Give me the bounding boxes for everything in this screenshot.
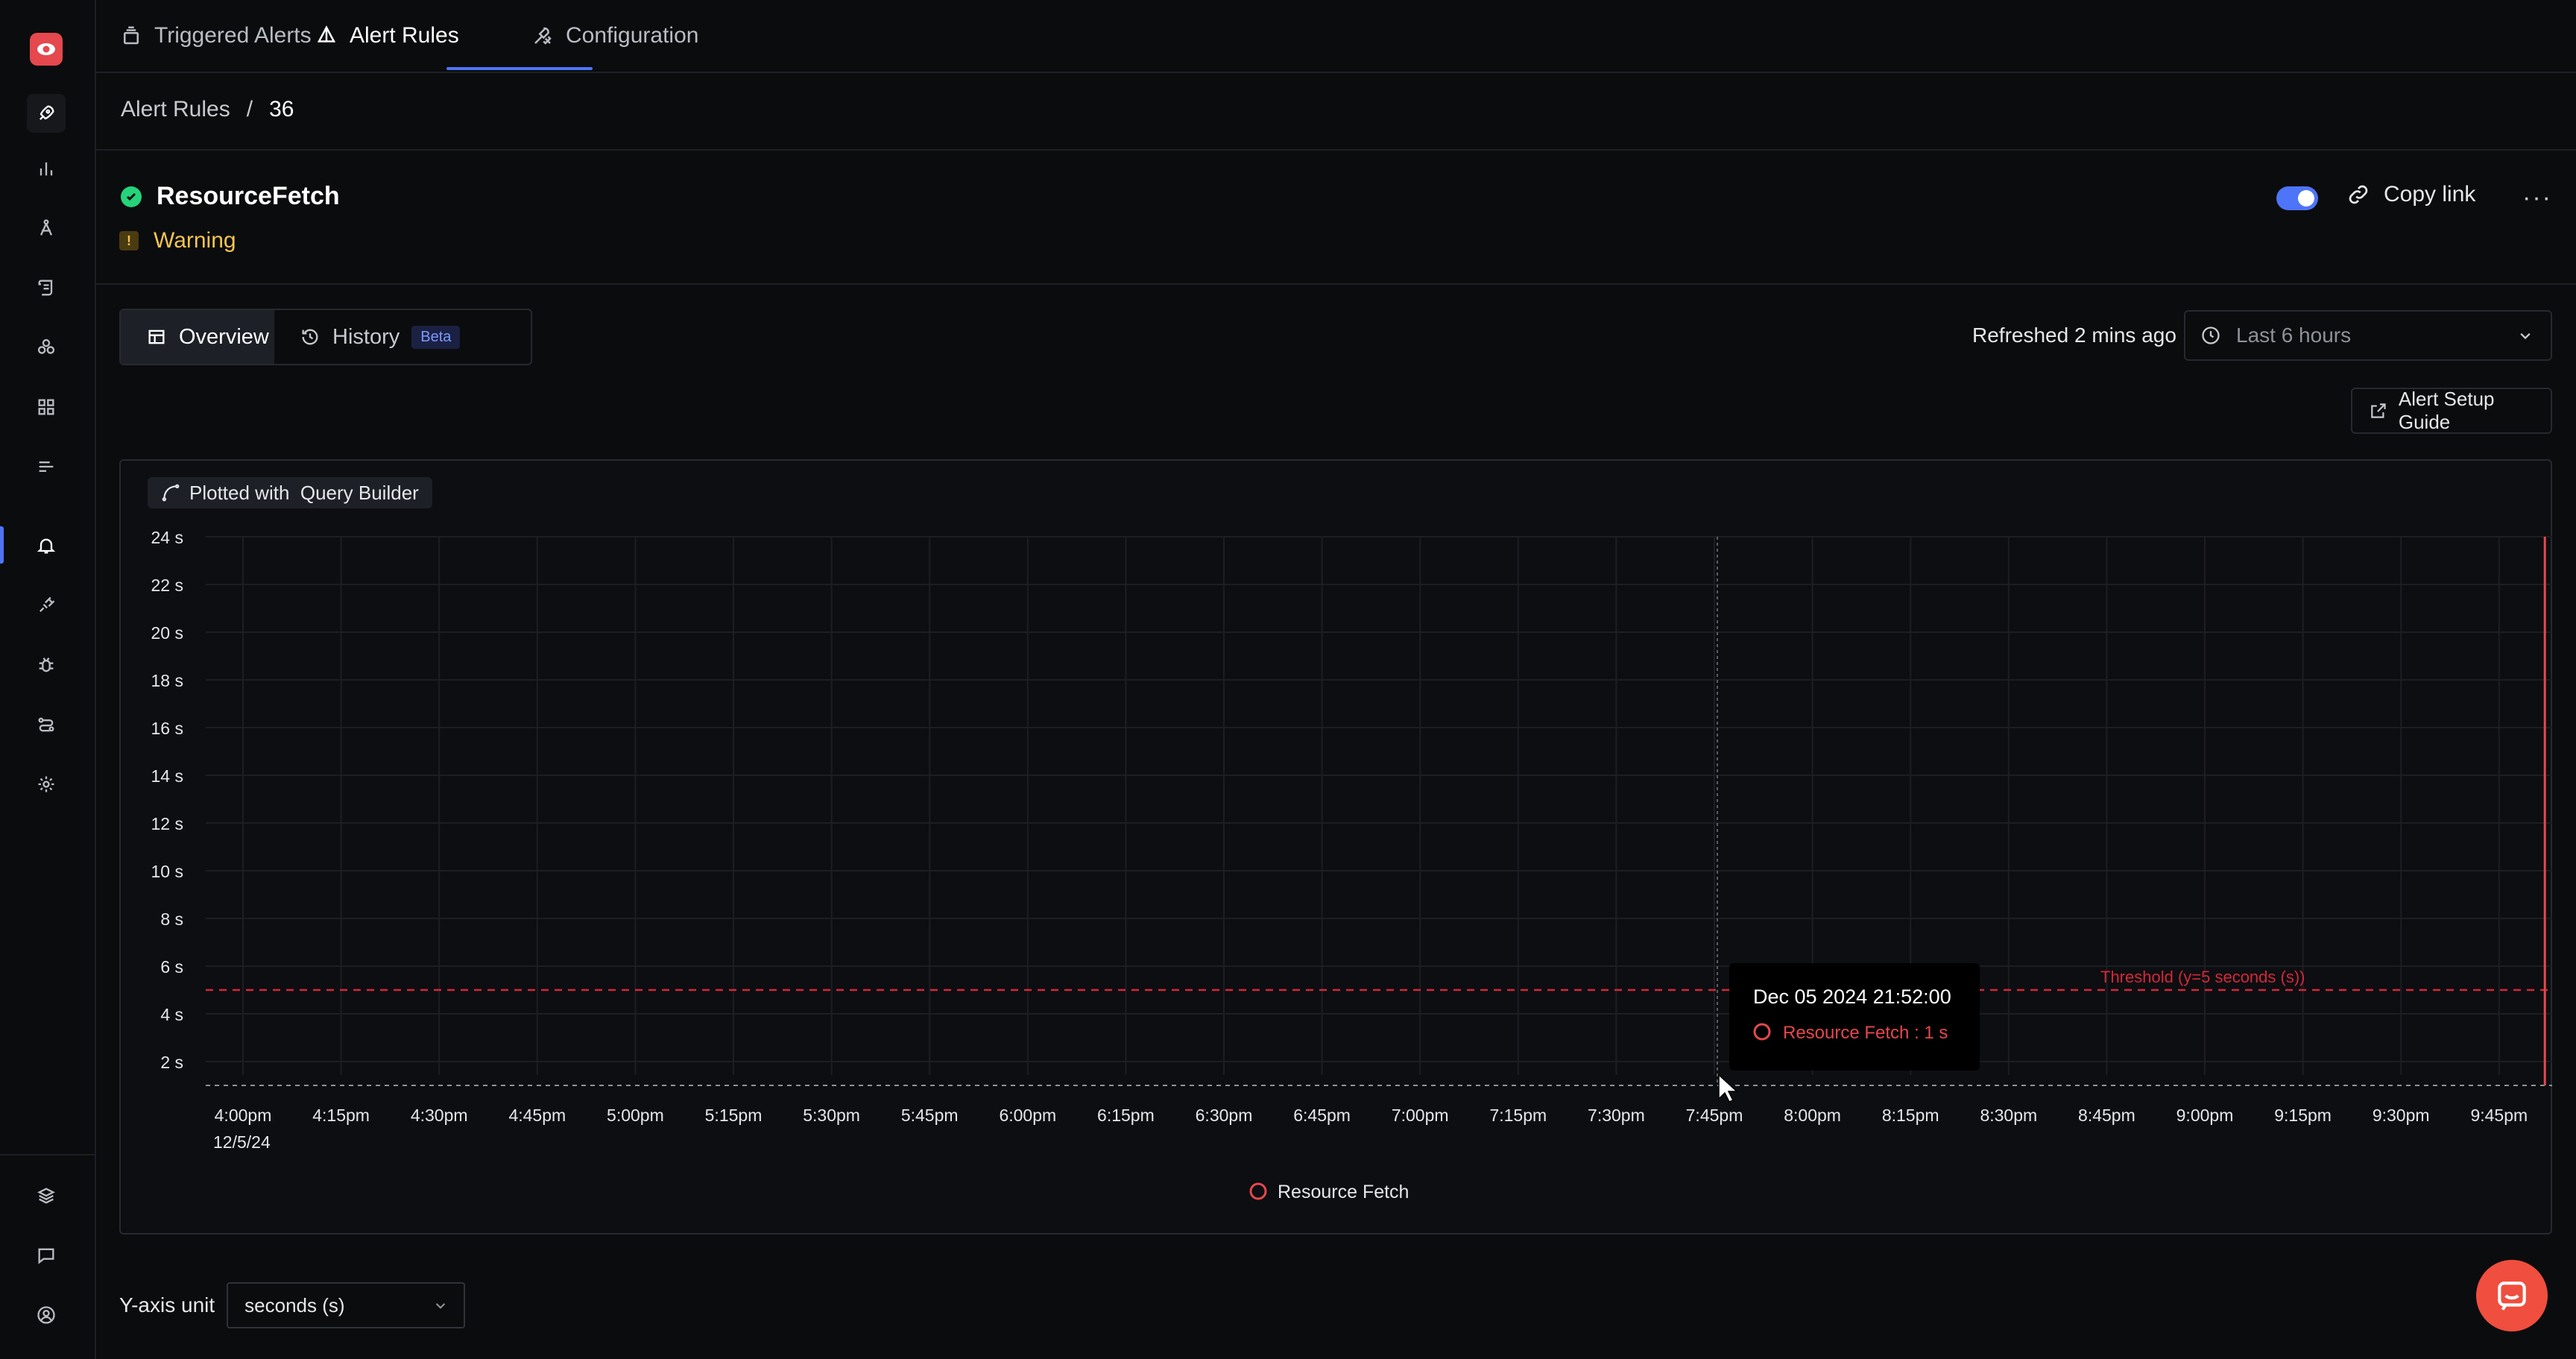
x-tick-label: 5:15pm [705,1106,763,1125]
legend-marker [1249,1182,1267,1200]
y-tick-label: 12 s [151,814,183,833]
x-tick-label: 7:00pm [1392,1106,1449,1125]
y-tick-label: 4 s [160,1005,183,1024]
x-tick-label: 8:45pm [2078,1106,2135,1125]
x-date-label: 12/5/24 [213,1132,271,1152]
x-tick-label: 6:45pm [1293,1106,1351,1125]
legend-label: Resource Fetch [1278,1182,1409,1202]
x-tick-label: 4:45pm [508,1106,566,1125]
x-tick-label: 6:30pm [1196,1106,1253,1125]
y-tick-label: 14 s [151,766,183,786]
alert-chart: 24 s 22 s 20 s 18 s 16 s 14 s 12 s 10 s 8 s 6 s 4 … [151,528,2552,1202]
tooltip-box [1729,963,1980,1071]
x-tick-label: 5:00pm [607,1106,664,1125]
y-tick-label: 8 s [160,909,183,929]
mouse-cursor-icon [1718,1073,1738,1103]
x-tick-label: 4:15pm [312,1106,370,1125]
chevron-down-icon [435,1303,446,1309]
y-tick-label: 20 s [151,623,183,643]
x-tick-label: 9:45pm [2470,1106,2528,1125]
x-tick-label: 7:30pm [1588,1106,1645,1125]
y-axis-unit-value: seconds (s) [244,1293,345,1317]
y-tick-label: 10 s [151,862,183,881]
x-tick-label: 7:45pm [1686,1106,1743,1125]
x-tick-label: 9:15pm [2274,1106,2332,1125]
x-tick-label: 4:00pm [215,1106,272,1125]
y-tick-label: 24 s [151,528,183,547]
x-tick-label: 6:00pm [999,1106,1056,1125]
x-tick-label: 8:15pm [1882,1106,1939,1125]
y-tick-label: 6 s [160,957,183,977]
chat-support-button[interactable] [2476,1260,2548,1331]
y-tick-label: 16 s [151,719,183,738]
x-tick-label: 8:30pm [1980,1106,2037,1125]
tooltip-time: Dec 05 2024 21:52:00 [1753,986,1951,1008]
tooltip-value: Resource Fetch : 1 s [1783,1023,1948,1043]
y-tick-label: 2 s [160,1053,183,1072]
x-tick-label: 4:30pm [411,1106,468,1125]
y-axis-unit-label: Y-axis unit [119,1293,215,1317]
chat-icon [2498,1281,2526,1311]
y-tick-label: 22 s [151,576,183,595]
x-tick-label: 5:30pm [803,1106,860,1125]
y-axis-unit-row: Y-axis unit seconds (s) [119,1282,466,1328]
x-tick-label: 5:45pm [901,1106,959,1125]
x-tick-label: 6:15pm [1097,1106,1155,1125]
x-tick-label: 8:00pm [1784,1106,1841,1125]
y-axis-unit-select[interactable]: seconds (s) [227,1282,466,1328]
y-tick-label: 18 s [151,671,183,690]
x-tick-label: 9:00pm [2176,1106,2234,1125]
x-tick-label: 9:30pm [2373,1106,2430,1125]
x-tick-label: 7:15pm [1489,1106,1547,1125]
threshold-label: Threshold (y=5 seconds (s)) [2100,968,2305,986]
